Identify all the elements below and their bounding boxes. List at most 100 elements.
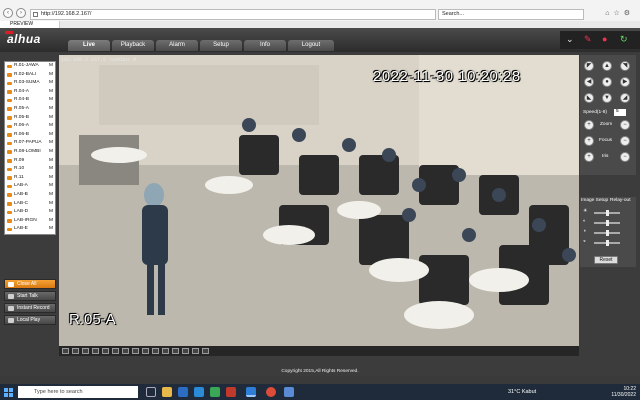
ptz-down-button[interactable]: ▼ — [602, 93, 612, 103]
store-icon[interactable] — [178, 387, 188, 397]
iris-close-button[interactable]: − — [620, 152, 630, 162]
mail-icon[interactable] — [194, 387, 204, 397]
snapshot-icon[interactable] — [172, 348, 179, 354]
fullscreen-icon[interactable] — [152, 348, 159, 354]
zoom-in-button[interactable]: + — [584, 120, 594, 130]
stream-icon[interactable] — [192, 348, 199, 354]
channel-item[interactable]: LAB-E M — [5, 225, 55, 234]
tab-playback[interactable]: Playback — [112, 40, 154, 51]
speed-select[interactable]: 5 — [614, 109, 626, 116]
ptz-down-right-button[interactable]: ◢ — [620, 93, 630, 103]
ratio-icon[interactable] — [182, 348, 189, 354]
channel-item[interactable]: R.04-B M — [5, 96, 55, 105]
chevron-down-icon[interactable]: ⌄ — [566, 34, 574, 45]
channel-item[interactable]: LAB-IRGN M — [5, 217, 55, 226]
layout-16-icon[interactable] — [92, 348, 99, 354]
hue-slider[interactable] — [594, 240, 620, 246]
ptz-up-button[interactable]: ▲ — [602, 61, 612, 71]
ptz-center-button[interactable]: ● — [602, 77, 612, 87]
dahua-logo: alhua — [5, 31, 41, 46]
close-all-button[interactable]: Close All — [4, 279, 56, 289]
tab-setup[interactable]: Setup — [200, 40, 242, 51]
channel-item[interactable]: R.01-JAWA M — [5, 62, 55, 71]
start-talk-button[interactable]: Start Talk — [4, 291, 56, 301]
focus-label: Focus — [599, 138, 613, 143]
teams-icon[interactable] — [284, 387, 294, 397]
task-view-icon[interactable] — [146, 387, 156, 397]
brightness-slider[interactable] — [594, 210, 620, 216]
slider-handle[interactable] — [605, 240, 609, 246]
address-bar[interactable]: http://192.168.2.167/ — [30, 9, 436, 20]
camera-icon — [7, 133, 12, 137]
iris-open-button[interactable]: + — [584, 152, 594, 162]
channel-item[interactable]: R.02-BALI M — [5, 71, 55, 80]
layout-custom-icon[interactable] — [102, 348, 109, 354]
saturation-slider[interactable] — [594, 230, 620, 236]
channel-item[interactable]: R.07-PAPUA M — [5, 139, 55, 148]
channel-item[interactable]: R.06-B M — [5, 131, 55, 140]
browser-search-input[interactable]: Search... — [438, 9, 584, 20]
ptz-down-left-button[interactable]: ◣ — [584, 93, 594, 103]
layout-8-icon[interactable] — [122, 348, 129, 354]
back-button[interactable]: ‹ — [3, 8, 13, 18]
tab-info[interactable]: Info — [244, 40, 286, 51]
slider-handle[interactable] — [605, 220, 609, 226]
windows-start-icon[interactable] — [4, 388, 13, 397]
channel-item[interactable]: R.08-LOMBI M — [5, 148, 55, 157]
channel-item[interactable]: R.05-B M — [5, 114, 55, 123]
channel-item[interactable]: LAB-B M — [5, 191, 55, 200]
channel-item[interactable]: R.10 M — [5, 165, 55, 174]
fit-icon[interactable] — [162, 348, 169, 354]
layout-25-icon[interactable] — [132, 348, 139, 354]
star-icon[interactable]: ☆ — [613, 10, 623, 17]
channel-item[interactable]: R.04-A M — [5, 88, 55, 97]
contrast-slider[interactable] — [594, 220, 620, 226]
local-play-button[interactable]: Local Play — [4, 315, 56, 325]
slider-handle[interactable] — [605, 230, 609, 236]
channel-list[interactable]: R.01-JAWA M R.02-BALI M R.03-SUMA M R.04-A M… — [4, 61, 56, 235]
reset-button[interactable]: Reset — [594, 256, 618, 264]
layout-4-icon[interactable] — [72, 348, 79, 354]
chrome-icon[interactable] — [266, 387, 276, 397]
record-icon[interactable]: ● — [602, 34, 607, 44]
channel-item[interactable]: R.05-A M — [5, 105, 55, 114]
tab-alarm[interactable]: Alarm — [156, 40, 198, 51]
focus-near-button[interactable]: + — [584, 136, 594, 146]
layout-1-icon[interactable] — [62, 348, 69, 354]
channel-item[interactable]: R.03-SUMA M — [5, 79, 55, 88]
app-icon[interactable] — [226, 387, 236, 397]
zoom-out-button[interactable]: − — [620, 120, 630, 130]
tab-live[interactable]: Live — [68, 40, 110, 51]
channel-item[interactable]: LAB-A M — [5, 182, 55, 191]
refresh-icon[interactable]: ↻ — [620, 34, 628, 45]
file-explorer-icon[interactable] — [162, 387, 172, 397]
ptz-right-button[interactable]: ▶ — [620, 77, 630, 87]
ptz-up-right-button[interactable]: ◥ — [620, 61, 630, 71]
weather-widget[interactable]: 31°C Kabut — [508, 389, 536, 395]
address-text: http://192.168.2.167/ — [41, 11, 92, 17]
channel-item[interactable]: R.09 M — [5, 157, 55, 166]
layout-6-icon[interactable] — [112, 348, 119, 354]
live-video-feed[interactable]: 192.168.2.167.6 VeRKbps M 2022-11-30 10:… — [59, 55, 579, 346]
mic-icon[interactable]: ✎ — [584, 34, 592, 45]
ptz-left-button[interactable]: ◀ — [584, 77, 594, 87]
channel-item[interactable]: LAB-C M — [5, 200, 55, 209]
gear-icon[interactable]: ⚙ — [624, 10, 634, 17]
layout-36-icon[interactable] — [142, 348, 149, 354]
system-tray-clock[interactable]: 10:22 11/30/2022 — [611, 386, 636, 398]
layout-9-icon[interactable] — [82, 348, 89, 354]
browser-tab-preview[interactable]: PREVIEW — [0, 21, 60, 28]
forward-button[interactable]: › — [16, 8, 26, 18]
instant-record-button[interactable]: Instant Record — [4, 303, 56, 313]
sound-icon[interactable] — [202, 348, 209, 354]
ptz-up-left-button[interactable]: ◤ — [584, 61, 594, 71]
channel-item[interactable]: LAB-D M — [5, 208, 55, 217]
channel-item[interactable]: R.11 M — [5, 174, 55, 183]
taskbar-search-input[interactable]: Type here to search — [18, 386, 138, 398]
tab-logout[interactable]: Logout — [288, 40, 334, 51]
channel-item[interactable]: R.06-A M — [5, 122, 55, 131]
edge-icon[interactable] — [210, 387, 220, 397]
slider-handle[interactable] — [605, 210, 609, 216]
internet-explorer-icon[interactable] — [246, 387, 256, 397]
focus-far-button[interactable]: − — [620, 136, 630, 146]
